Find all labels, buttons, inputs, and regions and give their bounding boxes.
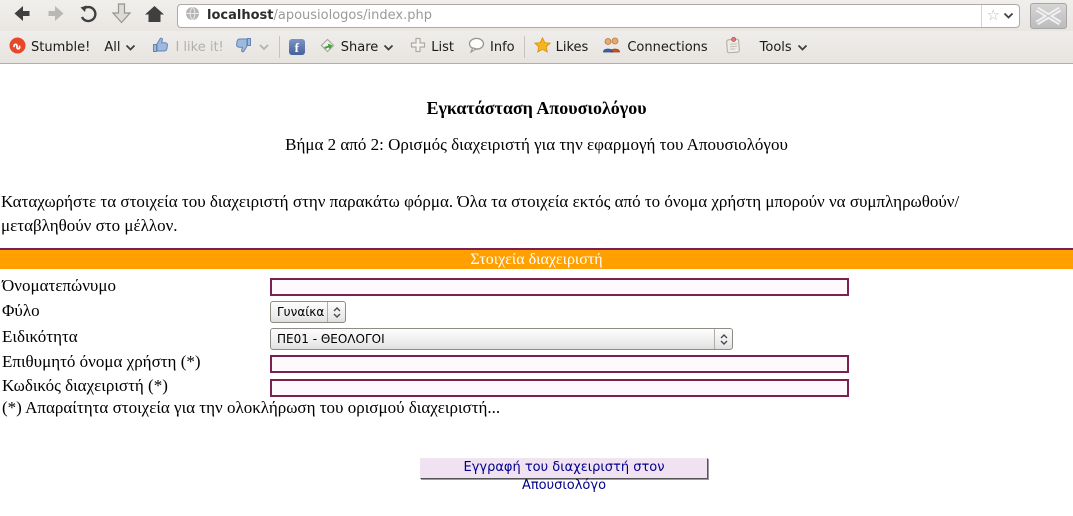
like-button[interactable]: I like it!: [152, 37, 224, 57]
star-icon: [533, 36, 551, 57]
like-label: I like it!: [175, 39, 224, 55]
all-chevron-down-icon: [125, 44, 136, 51]
reload-button[interactable]: [72, 3, 105, 29]
site-globe-icon: [185, 6, 200, 25]
dislike-chevron-down-icon[interactable]: [258, 43, 270, 51]
fullname-input[interactable]: [270, 278, 849, 296]
download-button[interactable]: [105, 3, 138, 29]
plus-icon: [410, 37, 426, 57]
username-input[interactable]: [270, 355, 849, 373]
stumbleupon-toolbar: Stumble! All I like it! f Share List Inf…: [0, 31, 1073, 64]
gender-label: Φύλο: [2, 301, 40, 320]
select-spinner-icon: [327, 302, 345, 322]
url-dropdown-chevron-icon[interactable]: [1003, 12, 1014, 19]
tools-chevron-down-icon: [797, 44, 808, 51]
share-chevron-down-icon: [383, 44, 394, 51]
url-host: localhost: [207, 8, 274, 23]
intro-paragraph: Καταχωρήστε τα στοιχεία του διαχειριστή …: [1, 192, 960, 235]
form-header: Στοιχεία διαχειριστή: [0, 248, 1073, 269]
people-icon: [602, 37, 622, 57]
share-label: Share: [340, 39, 379, 55]
url-text: localhost/apousiologos/index.php: [207, 8, 432, 23]
back-button[interactable]: [6, 3, 39, 29]
url-path: /apousiologos/index.php: [273, 8, 432, 23]
dislike-button[interactable]: [234, 37, 252, 57]
page-title: Εγκατάσταση Απουσιολόγου: [426, 98, 647, 118]
back-arrow-icon: [13, 5, 32, 26]
submit-button[interactable]: Εγγραφή του διαχειριστή στον Απουσιολόγο: [420, 458, 708, 493]
likes-label: Likes: [555, 39, 589, 55]
facebook-button[interactable]: f: [288, 39, 305, 55]
password-input[interactable]: [270, 379, 849, 397]
reload-icon: [79, 5, 98, 27]
specialty-label: Ειδικότητα: [2, 327, 78, 346]
stumbleupon-icon: [9, 37, 26, 58]
thumbs-down-icon: [234, 37, 252, 57]
info-label: Info: [490, 39, 515, 55]
fullname-label: Όνοματεπώνυμο: [2, 276, 116, 295]
clipboard-pin-icon: [724, 36, 742, 58]
home-button[interactable]: [138, 3, 171, 29]
list-button[interactable]: List: [410, 37, 454, 57]
browser-chrome: localhost/apousiologos/index.php ☆: [0, 0, 1073, 31]
url-actions: ☆: [980, 4, 1019, 27]
tools-dropdown[interactable]: Tools: [760, 40, 808, 55]
stumble-button[interactable]: Stumble!: [9, 37, 90, 58]
url-input[interactable]: localhost/apousiologos/index.php ☆: [177, 3, 1020, 28]
connections-label: Connections: [627, 39, 708, 55]
x-logo-icon: [1030, 2, 1067, 29]
download-arrow-icon: [111, 3, 132, 28]
toolbar-separator: [278, 36, 280, 58]
forward-button[interactable]: [39, 3, 72, 29]
all-dropdown[interactable]: All: [104, 40, 136, 55]
thumbs-up-icon: [152, 37, 170, 57]
page-subtitle: Βήμα 2 από 2: Ορισμός διαχειριστή για τη…: [285, 135, 788, 154]
all-label: All: [104, 39, 121, 55]
gender-selected-value: Γυναίκα: [277, 305, 325, 319]
likes-button[interactable]: Likes: [533, 36, 589, 57]
form-footnote: (*) Απαραίτητα στοιχεία για την ολοκλήρω…: [2, 398, 501, 417]
password-label: Κωδικός διαχειριστή (*): [2, 376, 168, 395]
specialty-selected-value: ΠΕ01 - ΘΕΟΛΟΓΟΙ: [277, 332, 385, 346]
notes-button[interactable]: [724, 36, 742, 58]
info-button[interactable]: Info: [468, 37, 515, 57]
browser-window: localhost/apousiologos/index.php ☆ Stumb…: [0, 0, 1073, 516]
username-label: Επιθυμητό όνομα χρήστη (*): [2, 352, 201, 371]
list-label: List: [431, 39, 455, 55]
stumble-label: Stumble!: [31, 39, 91, 55]
facebook-glyph: f: [294, 40, 299, 55]
select-spinner-icon: [714, 329, 732, 349]
bookmark-star-icon[interactable]: ☆: [987, 8, 1000, 23]
specialty-select[interactable]: ΠΕ01 - ΘΕΟΛΟΓΟΙ: [270, 328, 733, 350]
home-icon: [144, 5, 165, 27]
facebook-icon: f: [288, 39, 305, 55]
forward-arrow-icon: [46, 5, 65, 26]
speech-bubble-icon: [468, 37, 485, 57]
connections-button[interactable]: Connections: [602, 37, 708, 57]
share-dropdown[interactable]: Share: [319, 37, 395, 58]
toolbar-separator: [523, 36, 525, 58]
gender-select[interactable]: Γυναίκα: [270, 301, 346, 323]
tools-label: Tools: [759, 39, 792, 55]
share-tag-icon: [319, 37, 336, 58]
page-content: Εγκατάσταση Απουσιολόγου Βήμα 2 από 2: Ο…: [0, 64, 1073, 516]
